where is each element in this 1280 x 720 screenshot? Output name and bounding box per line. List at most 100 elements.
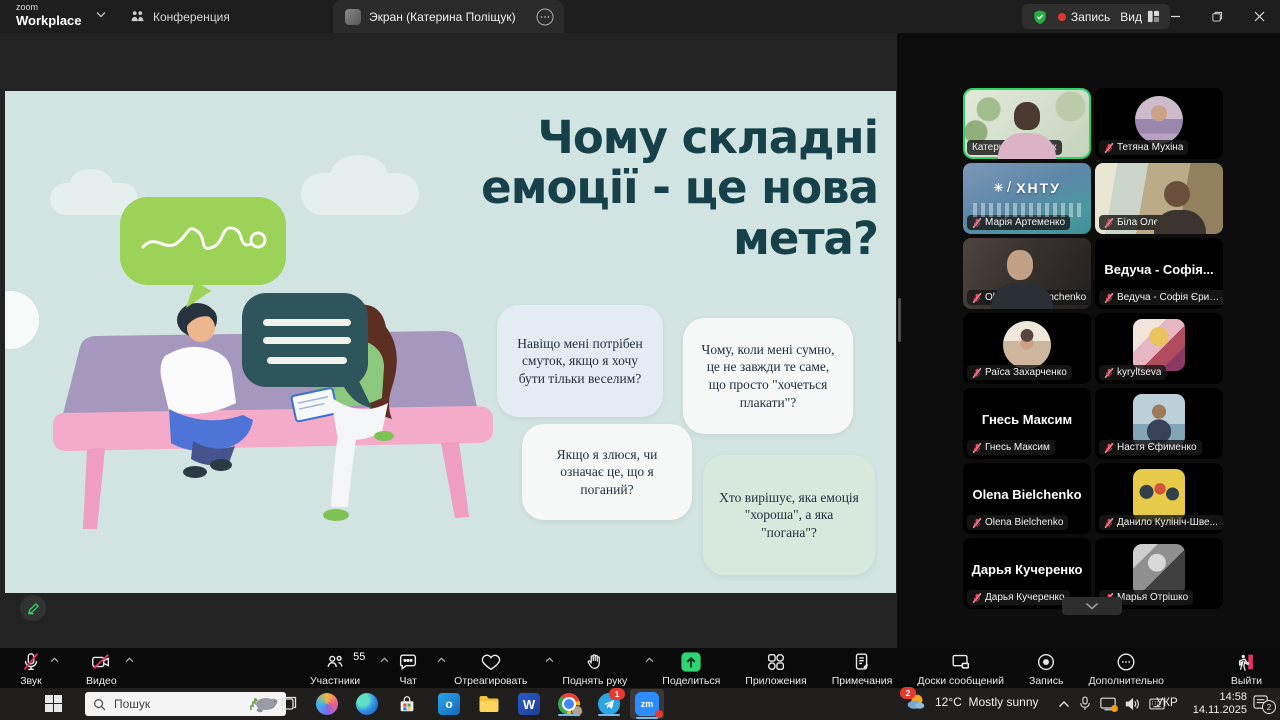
- participant-tile[interactable]: Біла Олена: [1095, 163, 1223, 234]
- react-button[interactable]: Отреагировать: [452, 650, 539, 688]
- screen-share-tab-icon: [345, 9, 361, 25]
- titlebar: zoom Workplace Конференция Экран (Катери…: [0, 0, 1280, 33]
- notes-button[interactable]: Примечания: [830, 650, 895, 688]
- participant-tile[interactable]: Тетяна Мухіна: [1095, 88, 1223, 159]
- leave-button[interactable]: Выйти: [1229, 650, 1264, 688]
- zoom-workplace-logo[interactable]: zoom Workplace: [16, 3, 82, 29]
- chat-button[interactable]: Чат: [395, 650, 431, 688]
- start-button[interactable]: [45, 695, 62, 712]
- tray-mic-icon[interactable]: [1079, 696, 1091, 711]
- react-chevron[interactable]: [545, 657, 554, 663]
- weather-widget[interactable]: 2 12°C Mostly sunny: [905, 691, 1039, 713]
- close-button[interactable]: [1238, 0, 1280, 33]
- question-bubble: Хто вирішує, яка емоція "хороша", а яка …: [703, 455, 875, 575]
- file-explorer-button[interactable]: [477, 692, 501, 716]
- tray-chevron-up-icon[interactable]: [1058, 700, 1070, 708]
- minimize-button[interactable]: [1154, 0, 1196, 33]
- participant-avatar: [1133, 544, 1185, 596]
- tab-screen-share[interactable]: Экран (Катерина Поліщук): [333, 0, 564, 33]
- search-input[interactable]: Пошук: [85, 692, 286, 716]
- edge-button[interactable]: [355, 692, 379, 716]
- record-button[interactable]: Запись: [1027, 650, 1065, 688]
- meeting-status-pill: Запись Вид: [1022, 4, 1170, 29]
- share-screen-button[interactable]: Поделиться: [660, 650, 722, 688]
- participants-icon: [324, 651, 346, 673]
- video-label: Видео: [86, 675, 117, 687]
- participant-tile[interactable]: kyryltseva: [1095, 313, 1223, 384]
- security-shield-icon[interactable]: [1032, 9, 1048, 25]
- running-indicator: [598, 714, 620, 716]
- chat-icon: [397, 651, 419, 673]
- telegram-button[interactable]: 1: [597, 692, 621, 716]
- outlook-button[interactable]: o: [437, 692, 461, 716]
- whiteboards-button[interactable]: Доски сообщений: [915, 650, 1006, 688]
- participant-name-label: Настя Єфименко: [1099, 440, 1202, 455]
- muted-mic-icon: [1104, 218, 1114, 228]
- tab-meeting[interactable]: Конференция: [118, 0, 242, 33]
- windows-taskbar: Пошук o W 1 zm: [0, 688, 1280, 720]
- raise-hand-button[interactable]: Поднять руку: [560, 650, 639, 688]
- brand-chevron-down-icon[interactable]: [96, 11, 106, 18]
- muted-mic-icon: [972, 443, 982, 453]
- participant-tile[interactable]: Ведуча - Софія... Ведуча - Софія Єрифа: [1095, 238, 1223, 309]
- speaker-icon[interactable]: [1125, 697, 1140, 711]
- restore-button[interactable]: [1196, 0, 1238, 33]
- cast-tray-item[interactable]: [1100, 697, 1116, 711]
- raise-hand-chevron[interactable]: [645, 657, 654, 663]
- question-bubble: Чому, коли мені сумно, це не завжди те с…: [683, 318, 853, 434]
- participant-tile[interactable]: Раїса Захарченко: [963, 313, 1091, 384]
- clock[interactable]: 14:58 14.11.2025: [1185, 691, 1247, 718]
- participant-display-name: Гнесь Максим: [963, 412, 1091, 427]
- muted-mic-icon: [1104, 443, 1114, 453]
- participants-button[interactable]: 55 Участники: [308, 650, 374, 688]
- search-icon: [93, 698, 106, 711]
- participants-chevron[interactable]: [380, 657, 389, 663]
- video-options-chevron[interactable]: [125, 657, 134, 663]
- windows-logo-icon: [45, 695, 62, 712]
- participant-display-name: Olena Bielchenko: [963, 487, 1091, 502]
- panel-scrollbar[interactable]: [898, 298, 901, 342]
- word-button[interactable]: W: [517, 692, 541, 716]
- language-indicator[interactable]: УКР: [1156, 697, 1178, 709]
- store-icon: [397, 694, 417, 714]
- system-tray: [1058, 696, 1165, 711]
- shared-screen-area: Чому складні емоції - це нова мета?: [0, 33, 897, 648]
- video-button[interactable]: Видео: [84, 650, 119, 688]
- share-screen-label: Поделиться: [662, 675, 720, 687]
- tab-more-icon[interactable]: [536, 8, 554, 26]
- more-button[interactable]: Дополнительно: [1086, 650, 1166, 688]
- participant-tile[interactable]: Настя Єфименко: [1095, 388, 1223, 459]
- chat-chevron[interactable]: [437, 657, 446, 663]
- recording-indicator[interactable]: Запись: [1058, 10, 1110, 24]
- muted-mic-icon: [1104, 518, 1114, 528]
- zoom-app-button[interactable]: zm: [630, 689, 664, 719]
- chrome-button[interactable]: [557, 692, 581, 716]
- task-view-button[interactable]: [277, 692, 301, 716]
- weather-desc: Mostly sunny: [968, 695, 1038, 709]
- audio-button[interactable]: Звук: [18, 650, 44, 688]
- more-participants-button[interactable]: [1062, 597, 1122, 615]
- apps-button[interactable]: Приложения: [743, 650, 808, 688]
- notification-center-button[interactable]: 2: [1253, 695, 1270, 711]
- weather-temp: 12°C: [935, 695, 962, 709]
- annotate-button[interactable]: [20, 595, 46, 621]
- participant-tile[interactable]: Гнесь МаксимГнесь Максим: [963, 388, 1091, 459]
- muted-mic-icon: [972, 368, 982, 378]
- participant-tile[interactable]: Данило Кулініч-Шве...: [1095, 463, 1223, 534]
- participant-tile[interactable]: Olena BielchenkoOlena Bielchenko: [963, 463, 1091, 534]
- zoom-toolbar: Звук Видео 55 Участники Чат: [0, 648, 1280, 688]
- chat-label: Чат: [399, 675, 416, 687]
- participant-tile[interactable]: /ХНТУМарія Артеменко: [963, 163, 1091, 234]
- copilot-button[interactable]: [315, 692, 339, 716]
- audio-options-chevron[interactable]: [50, 657, 59, 663]
- participants-panel: Катерина ПоліщукТетяна Мухіна/ХНТУМарія …: [897, 33, 1280, 648]
- search-highlight-manatee: [248, 694, 278, 714]
- participant-tile[interactable]: Катерина Поліщук: [963, 88, 1091, 159]
- date: 14.11.2025: [1185, 704, 1247, 717]
- participant-avatar: [1133, 394, 1185, 446]
- participant-name-label: Ведуча - Софія Єрифа: [1099, 290, 1223, 305]
- store-button[interactable]: [395, 692, 419, 716]
- raise-hand-label: Поднять руку: [562, 675, 627, 687]
- participant-display-name: Ведуча - Софія...: [1095, 262, 1223, 277]
- participant-tile[interactable]: Oksana Semenchenko: [963, 238, 1091, 309]
